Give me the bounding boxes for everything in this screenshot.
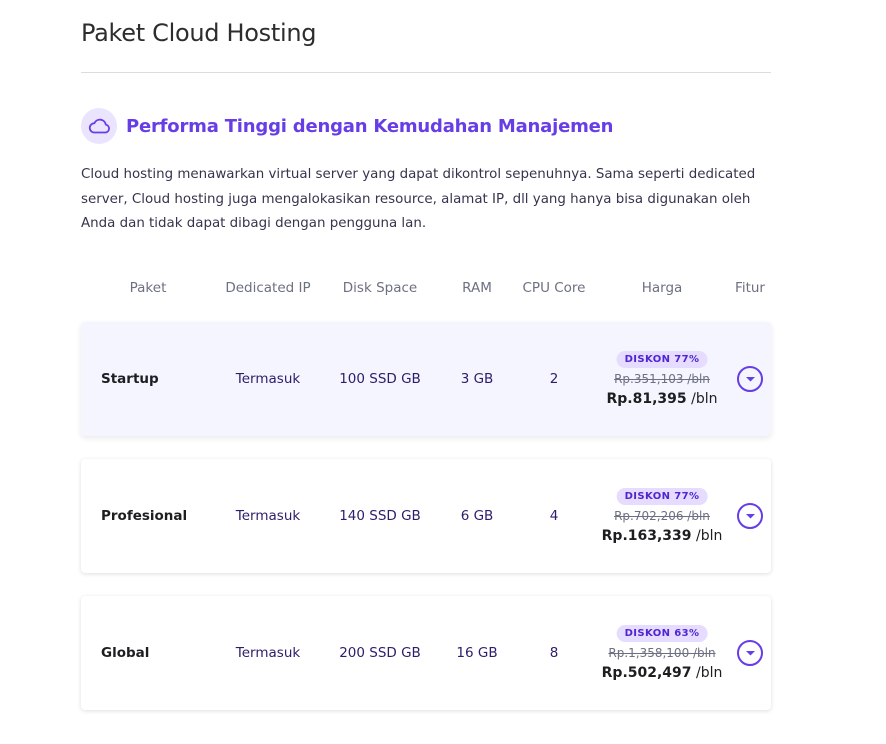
column-header-harga: Harga [641, 280, 683, 296]
original-price: Rp.351,103 /bln [614, 372, 710, 386]
cloud-icon [81, 108, 117, 144]
section-description: Cloud hosting menawarkan virtual server … [81, 167, 756, 231]
column-header-ram: RAM [462, 280, 492, 296]
cpu-core-value: 4 [549, 508, 559, 524]
ram-value: 16 GB [456, 645, 498, 661]
price-block: DISKON 77% Rp.702,206 /bln Rp.163,339 /b… [602, 488, 723, 544]
column-header-cpu-core: CPU Core [522, 280, 586, 296]
expand-features-button[interactable] [737, 503, 763, 529]
plan-row-startup: Startup Termasuk 100 SSD GB 3 GB 2 DISKO… [81, 322, 771, 436]
price-amount: Rp.163,339 [601, 528, 692, 544]
dedicated-ip-value: Termasuk [235, 645, 301, 661]
price-block: DISKON 63% Rp.1,358,100 /bln Rp.502,497 … [602, 625, 723, 681]
disk-space-value: 140 SSD GB [339, 508, 421, 524]
chevron-down-icon [745, 513, 755, 518]
price-amount: Rp.502,497 [601, 665, 692, 681]
disk-space-value: 100 SSD GB [339, 371, 421, 387]
price-block: DISKON 77% Rp.351,103 /bln Rp.81,395 /bl… [607, 351, 718, 407]
current-price: Rp.163,339 /bln [602, 528, 723, 544]
plan-row-global: Global Termasuk 200 SSD GB 16 GB 8 DISKO… [81, 596, 771, 710]
plan-name: Global [101, 645, 150, 661]
discount-badge: DISKON 77% [616, 488, 708, 505]
cpu-core-value: 8 [549, 645, 559, 661]
chevron-down-icon [745, 376, 755, 381]
column-header-disk-space: Disk Space [342, 280, 418, 296]
page-title: Paket Cloud Hosting [81, 19, 317, 47]
column-header-paket: Paket [129, 280, 167, 296]
chevron-down-icon [745, 650, 755, 655]
discount-badge: DISKON 77% [616, 351, 708, 368]
dedicated-ip-value: Termasuk [235, 371, 301, 387]
plan-name: Startup [101, 371, 159, 387]
discount-badge: DISKON 63% [616, 625, 708, 642]
price-period: /bln [695, 665, 723, 681]
original-price: Rp.702,206 /bln [614, 509, 710, 523]
expand-features-button[interactable] [737, 640, 763, 666]
disk-space-value: 200 SSD GB [339, 645, 421, 661]
price-period: /bln [691, 391, 718, 407]
section-title: Performa Tinggi dengan Kemudahan Manajem… [126, 115, 614, 137]
current-price: Rp.81,395 /bln [607, 391, 718, 407]
section-header: Performa Tinggi dengan Kemudahan Manajem… [81, 107, 613, 145]
divider [81, 72, 771, 73]
column-header-dedicated-ip: Dedicated IP [225, 280, 311, 296]
page: Paket Cloud Hosting Performa Tinggi deng… [0, 0, 886, 744]
expand-features-button[interactable] [737, 366, 763, 392]
ram-value: 6 GB [460, 508, 494, 524]
current-price: Rp.502,497 /bln [602, 665, 723, 681]
plan-name: Profesional [101, 508, 188, 524]
price-period: /bln [695, 528, 723, 544]
price-amount: Rp.81,395 [606, 391, 687, 407]
plan-row-profesional: Profesional Termasuk 140 SSD GB 6 GB 4 D… [81, 459, 771, 573]
dedicated-ip-value: Termasuk [235, 508, 301, 524]
cpu-core-value: 2 [549, 371, 559, 387]
ram-value: 3 GB [460, 371, 494, 387]
column-header-fitur: Fitur [735, 280, 765, 296]
original-price: Rp.1,358,100 /bln [608, 646, 716, 660]
